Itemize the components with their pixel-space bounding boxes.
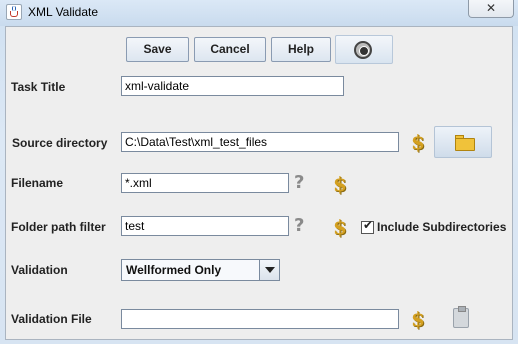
- source-directory-input[interactable]: C:\Data\Test\xml_test_files: [121, 132, 399, 152]
- window-title: XML Validate: [28, 5, 99, 19]
- settings-button[interactable]: [335, 35, 393, 64]
- help-button[interactable]: Help: [271, 37, 331, 62]
- validation-file-variable-icon[interactable]: $: [411, 309, 425, 329]
- filename-input[interactable]: *.xml: [121, 173, 289, 193]
- source-directory-label: Source directory: [12, 136, 108, 150]
- browse-folder-button[interactable]: [434, 126, 492, 158]
- filename-label: Filename: [11, 176, 64, 190]
- dialog-panel: Save Cancel Help Task Title xml-validate…: [5, 26, 513, 340]
- include-subdirectories-label: Include Subdirectories: [377, 220, 507, 234]
- chevron-down-icon[interactable]: [259, 260, 279, 280]
- window-close-button[interactable]: ✕: [468, 0, 514, 18]
- clipboard-icon[interactable]: [453, 306, 469, 328]
- validation-file-label: Validation File: [11, 312, 92, 326]
- task-title-input[interactable]: xml-validate: [121, 76, 344, 96]
- java-app-icon: [6, 4, 22, 20]
- task-title-label: Task Title: [11, 80, 66, 94]
- folder-path-filter-label: Folder path filter: [11, 220, 106, 234]
- save-button[interactable]: Save: [126, 37, 189, 62]
- folder-path-filter-input[interactable]: test: [121, 216, 289, 236]
- title-bar: XML Validate ✕: [0, 0, 518, 26]
- source-directory-variable-icon[interactable]: $: [411, 132, 425, 152]
- validation-label: Validation: [11, 263, 68, 277]
- folder-path-filter-variable-icon[interactable]: $: [333, 217, 347, 237]
- cancel-button[interactable]: Cancel: [194, 37, 266, 62]
- check-icon: ✔: [363, 218, 374, 232]
- folder-path-filter-help-icon[interactable]: ?: [294, 216, 304, 236]
- filename-variable-icon[interactable]: $: [333, 174, 347, 194]
- validation-select[interactable]: Wellformed Only: [121, 259, 280, 281]
- include-subdirectories-checkbox[interactable]: ✔: [361, 218, 374, 234]
- filename-help-icon[interactable]: ?: [294, 173, 304, 193]
- validation-file-input[interactable]: [121, 309, 399, 329]
- close-icon[interactable]: ✕: [486, 1, 496, 15]
- folder-icon: [455, 138, 475, 151]
- gear-icon: [354, 41, 372, 59]
- validation-selected-value: Wellformed Only: [126, 263, 222, 277]
